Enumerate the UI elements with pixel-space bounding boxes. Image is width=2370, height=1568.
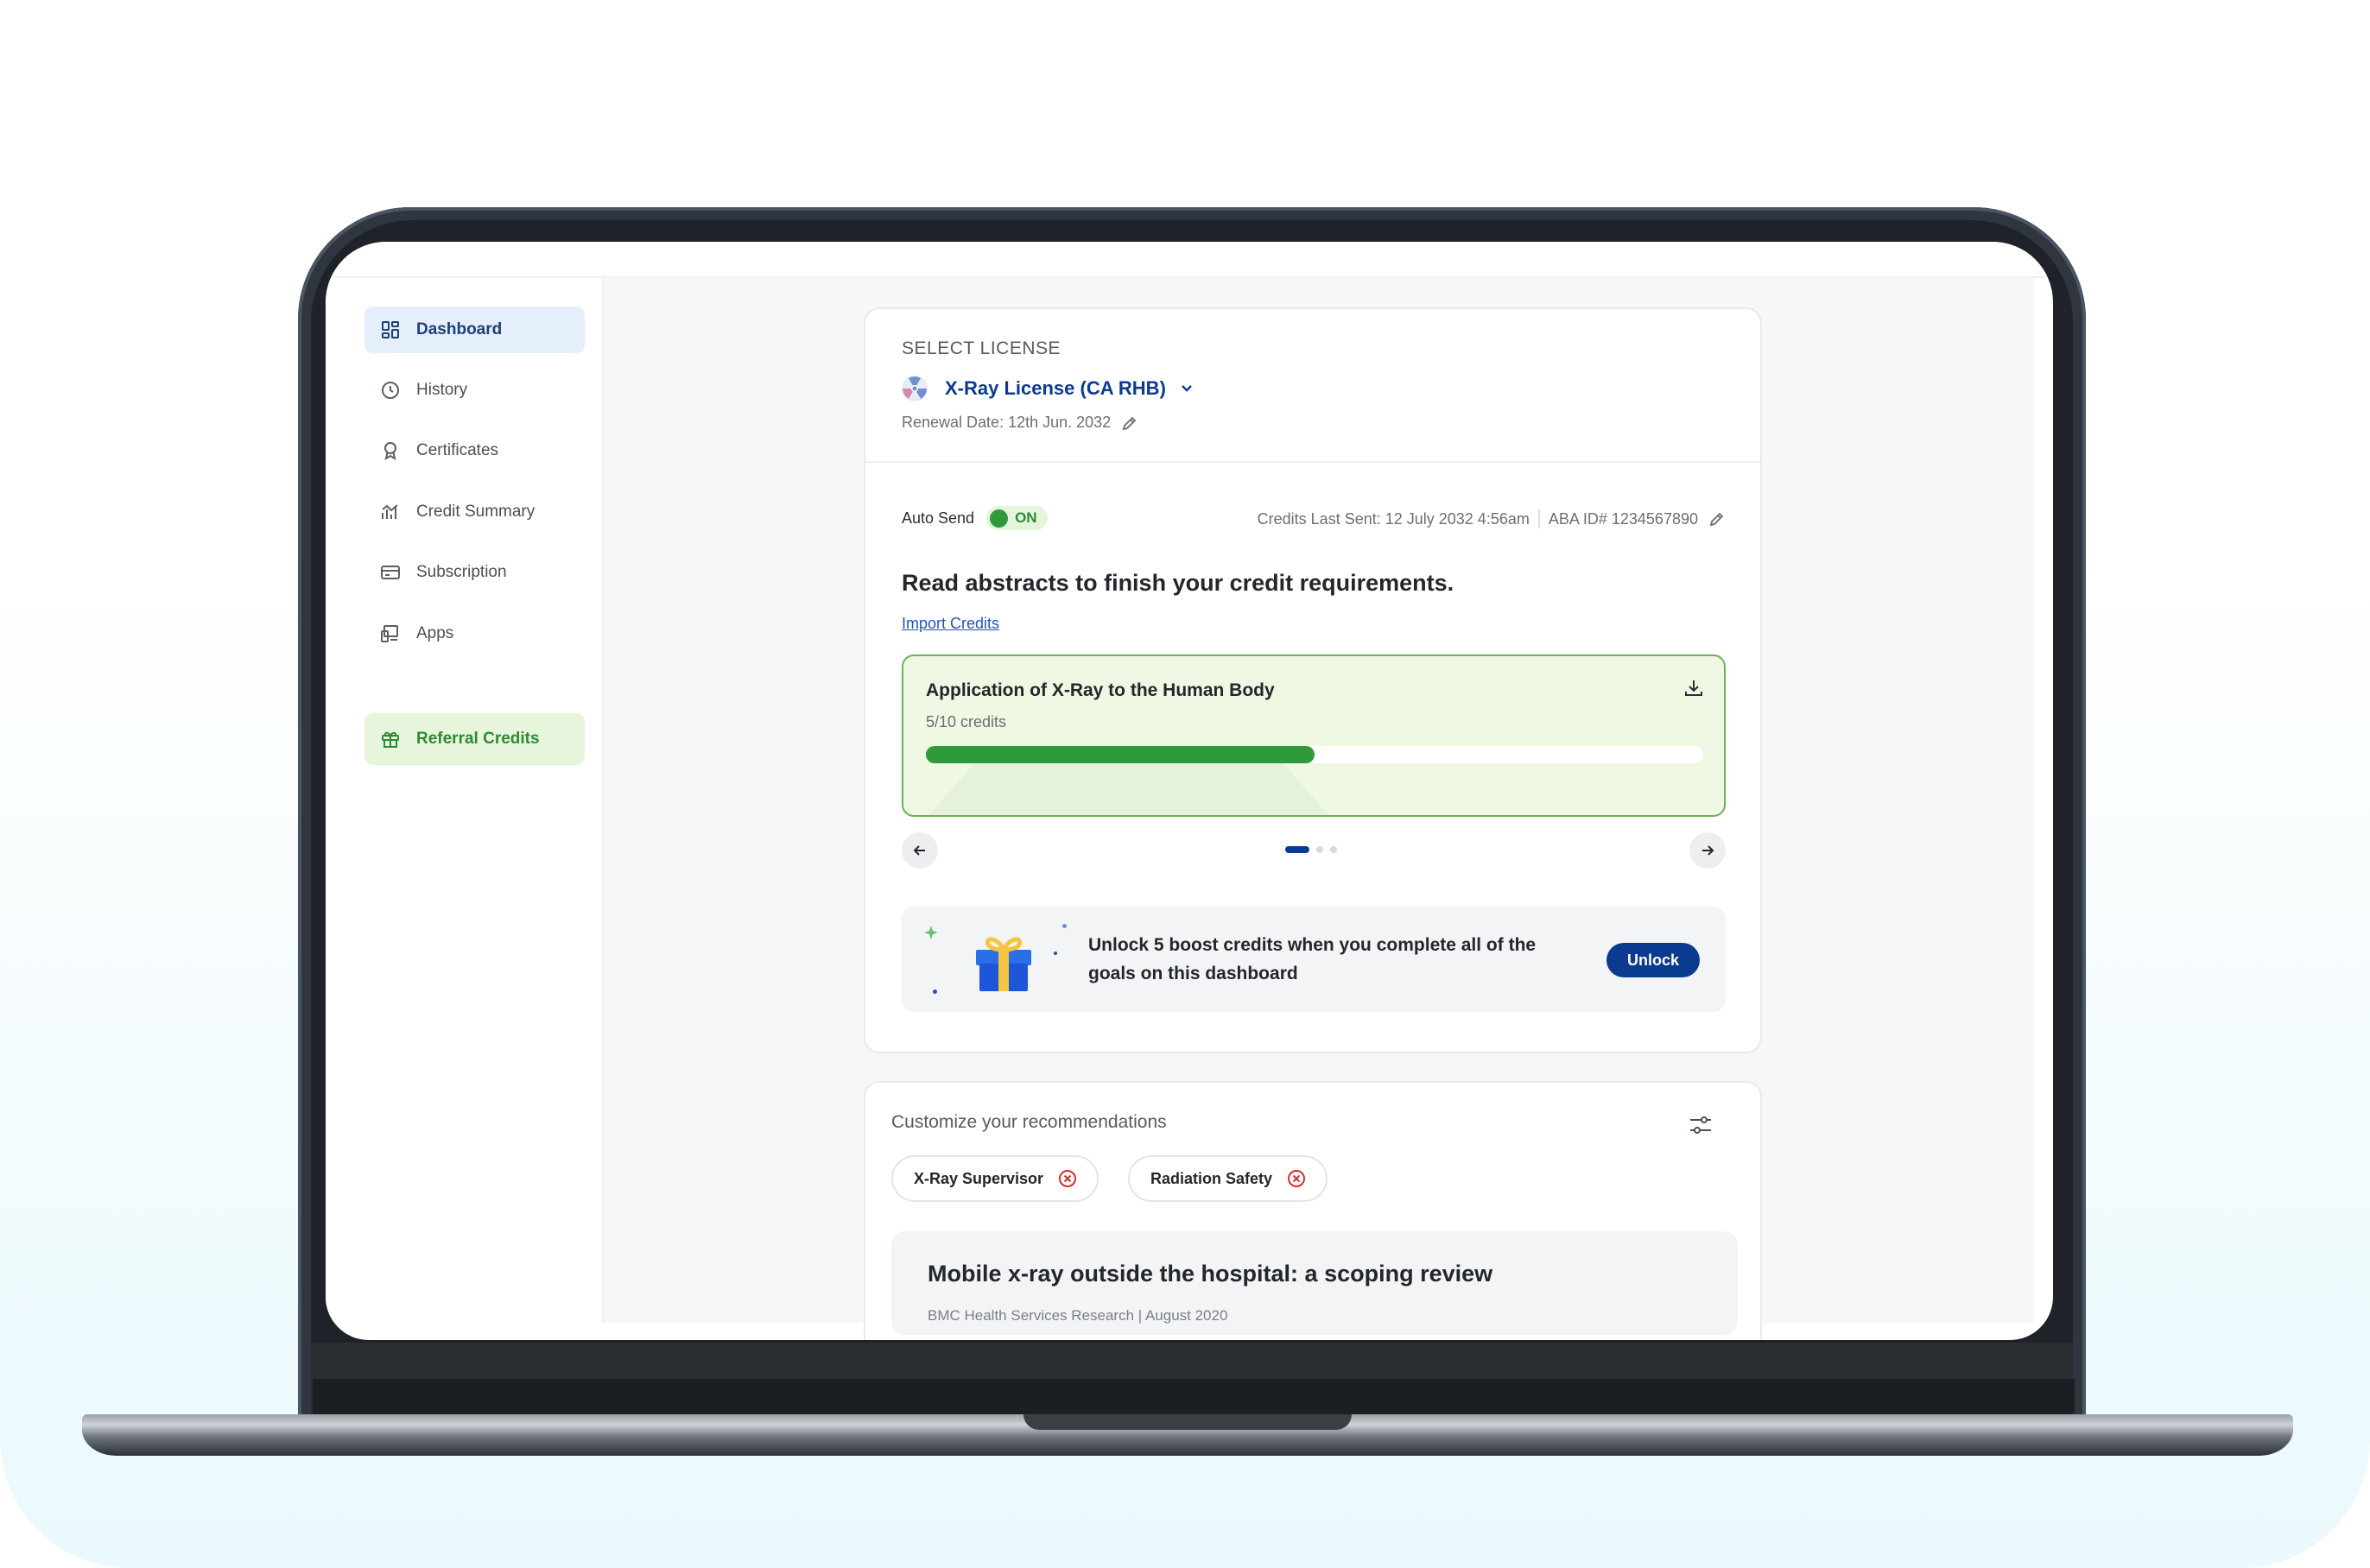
edit-renewal-icon[interactable]: [1121, 414, 1138, 432]
sidebar-item-subscription[interactable]: Subscription: [364, 549, 585, 596]
credits-meta: Credits Last Sent: 12 July 2032 4:56am A…: [1258, 509, 1726, 528]
filter-sliders-icon[interactable]: [1688, 1112, 1714, 1138]
sidebar-item-dashboard[interactable]: Dashboard: [364, 307, 585, 353]
boost-promo: Unlock 5 boost credits when you complete…: [902, 907, 1726, 1012]
article-source: BMC Health Services Research | August 20…: [928, 1307, 1228, 1324]
credits-last-sent: Credits Last Sent: 12 July 2032 4:56am: [1257, 509, 1530, 528]
license-card: SELECT LICENSE X-Ray License (CA RHB) Re…: [864, 307, 1762, 1053]
sparkle-dot: [933, 989, 937, 994]
card-icon: [378, 560, 402, 585]
import-credits-link[interactable]: Import Credits: [902, 615, 999, 633]
chip-label: Radiation Safety: [1150, 1169, 1273, 1187]
laptop-notch: [1023, 1414, 1352, 1430]
radiation-icon: [900, 374, 929, 403]
sidebar-item-credit-summary[interactable]: Credit Summary: [364, 489, 585, 535]
carousel-dots: [1285, 846, 1337, 853]
sidebar-item-history[interactable]: History: [364, 367, 585, 414]
card-shadow-decoration: [926, 763, 1332, 815]
aba-id: ABA ID# 1234567890: [1548, 509, 1698, 528]
sidebar-item-label: Dashboard: [416, 320, 503, 338]
laptop-screen: Dashboard History Certificates Credit Su…: [326, 242, 2053, 1340]
meta-separator: [1537, 509, 1540, 528]
course-credits: 5/10 credits: [926, 713, 1007, 730]
carousel-dot[interactable]: [1330, 846, 1337, 853]
progress-fill: [926, 746, 1315, 763]
sparkle-icon: [924, 926, 938, 939]
sidebar-item-label: History: [416, 381, 468, 399]
course-title: Application of X-Ray to the Human Body: [926, 680, 1275, 700]
recommendations-title: Customize your recommendations: [891, 1112, 1167, 1132]
sidebar: Dashboard History Certificates Credit Su…: [326, 278, 604, 1323]
arrow-right-icon: [1699, 842, 1716, 859]
sidebar-item-label: Subscription: [416, 563, 507, 581]
article-title: Mobile x-ray outside the hospital: a sco…: [928, 1261, 1493, 1287]
card-divider: [865, 461, 1760, 463]
sidebar-item-label: Certificates: [416, 441, 499, 459]
chevron-down-icon: [1178, 380, 1195, 397]
progress-bar: [926, 746, 1703, 763]
carousel-dot-active[interactable]: [1285, 846, 1309, 853]
sidebar-item-label: Apps: [416, 624, 454, 642]
license-selector[interactable]: X-Ray License (CA RHB): [900, 374, 1195, 403]
gift-box-icon: [971, 931, 1036, 993]
goal-heading: Read abstracts to finish your credit req…: [902, 570, 1454, 596]
sparkle-dot: [1062, 924, 1067, 928]
chip-label: X-Ray Supervisor: [914, 1169, 1044, 1187]
carousel-prev-button[interactable]: [902, 832, 938, 869]
course-progress-card[interactable]: Application of X-Ray to the Human Body 5…: [902, 654, 1726, 817]
devices-icon: [378, 622, 402, 646]
edit-aba-icon[interactable]: [1708, 510, 1726, 528]
certificate-icon: [378, 439, 402, 463]
recommendations-card: Customize your recommendations X-Ray Sup…: [864, 1081, 1762, 1340]
remove-chip-icon[interactable]: [1286, 1168, 1307, 1189]
sidebar-item-label: Credit Summary: [416, 503, 535, 521]
select-license-label: SELECT LICENSE: [902, 338, 1061, 358]
arrow-left-icon: [911, 842, 928, 859]
article-card[interactable]: Mobile x-ray outside the hospital: a sco…: [891, 1231, 1738, 1335]
chip-x-ray-supervisor[interactable]: X-Ray Supervisor: [891, 1155, 1099, 1202]
license-name: X-Ray License (CA RHB): [945, 377, 1166, 399]
auto-send: Auto Send ON: [902, 506, 1048, 530]
remove-chip-icon[interactable]: [1057, 1168, 1078, 1189]
gift-icon: [378, 727, 402, 751]
promo-text: Unlock 5 boost credits when you complete…: [1088, 935, 1537, 983]
auto-send-toggle[interactable]: ON: [986, 506, 1048, 530]
main-content: SELECT LICENSE X-Ray License (CA RHB) Re…: [604, 278, 2034, 1340]
sparkle-dot: [1054, 952, 1057, 955]
sidebar-item-referral-credits[interactable]: Referral Credits: [364, 713, 585, 765]
toggle-state: ON: [1015, 509, 1037, 526]
dashboard-icon: [378, 318, 402, 342]
chip-radiation-safety[interactable]: Radiation Safety: [1128, 1155, 1328, 1202]
toggle-knob: [990, 509, 1009, 528]
renewal-date-text: Renewal Date: 12th Jun. 2032: [902, 414, 1112, 431]
unlock-button[interactable]: Unlock: [1606, 943, 1700, 977]
chart-icon: [378, 500, 402, 524]
top-bar: [326, 242, 2053, 278]
carousel-next-button[interactable]: [1689, 832, 1726, 869]
sidebar-item-apps[interactable]: Apps: [364, 610, 585, 657]
referral-credits-label: Referral Credits: [416, 730, 540, 748]
history-icon: [378, 378, 402, 402]
auto-send-label: Auto Send: [902, 509, 975, 527]
sidebar-item-certificates[interactable]: Certificates: [364, 427, 585, 474]
carousel-dot[interactable]: [1316, 846, 1323, 853]
renewal-date: Renewal Date: 12th Jun. 2032: [902, 414, 1138, 432]
laptop-chin-shadow: [313, 1379, 2075, 1413]
download-icon[interactable]: [1682, 677, 1705, 699]
